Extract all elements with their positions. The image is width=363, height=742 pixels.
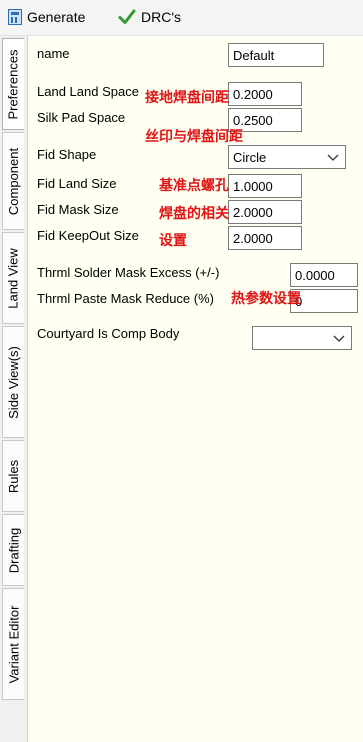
annotation-fid-land: 基准点螺孔 [159,177,229,193]
generate-label: Generate [27,9,86,25]
thrml-solder-mask-field[interactable]: 0.0000 [290,263,358,287]
name-field[interactable]: Default [228,43,324,67]
tab-drafting[interactable]: Drafting [2,514,24,586]
tab-side-views[interactable]: Side View(s) [2,326,24,438]
tab-component[interactable]: Component [2,132,24,230]
tab-land-view[interactable]: Land View [2,232,24,324]
tab-variant-editor-label: Variant Editor [6,605,22,683]
checkmark-icon [118,9,136,24]
land-land-space-label: Land Land Space [37,84,139,99]
courtyard-dropdown[interactable] [252,326,352,350]
chevron-down-icon [327,154,339,161]
calculator-icon [8,9,22,25]
tab-land-view-label: Land View [6,247,22,309]
fid-mask-size-field[interactable]: 2.0000 [228,200,302,224]
fid-keepout-size-field[interactable]: 2.0000 [228,226,302,250]
thrml-solder-mask-label: Thrml Solder Mask Excess (+/-) [37,265,220,280]
tab-drafting-label: Drafting [6,527,21,573]
land-land-space-field[interactable]: 0.2000 [228,82,302,106]
annotation-thermal: 热参数设置 [231,290,301,306]
annotation-fid-keepout: 设置 [159,232,187,248]
drc-label: DRC's [141,9,182,25]
fid-shape-label: Fid Shape [37,147,97,162]
side-tab-strip: Preferences Component Land View Side Vie… [0,36,28,742]
toolbar: Generate DRC's [0,0,363,36]
annotation-silk-pad: 丝印与焊盘间距 [145,128,243,144]
thrml-paste-mask-label: Thrml Paste Mask Reduce (%) [37,291,214,306]
fid-shape-value: Circle [233,150,267,165]
annotation-land-space: 接地焊盘间距 [145,89,229,105]
tab-variant-editor[interactable]: Variant Editor [2,588,24,700]
fid-land-size-label: Fid Land Size [37,176,117,191]
fid-land-size-field[interactable]: 1.0000 [228,174,302,198]
fid-keepout-size-label: Fid KeepOut Size [37,228,139,243]
chevron-down-icon [333,335,345,342]
tab-preferences-label: Preferences [6,48,21,120]
courtyard-label: Courtyard Is Comp Body [37,326,180,341]
fid-shape-dropdown[interactable]: Circle [228,145,346,169]
drc-button[interactable]: DRC's [118,6,181,28]
tab-rules[interactable]: Rules [2,440,24,512]
generate-button[interactable]: Generate [8,6,85,28]
preferences-panel: name Default Land Land Space 0.2000 Silk… [28,36,363,742]
tab-component-label: Component [6,147,21,215]
annotation-fid-mask: 焊盘的相关 [159,205,229,221]
fid-mask-size-label: Fid Mask Size [37,202,119,217]
name-label: name [37,46,70,61]
silk-pad-space-label: Silk Pad Space [37,110,126,125]
tab-side-views-label: Side View(s) [6,345,22,419]
tab-preferences[interactable]: Preferences [2,38,24,130]
tab-rules-label: Rules [6,459,21,493]
